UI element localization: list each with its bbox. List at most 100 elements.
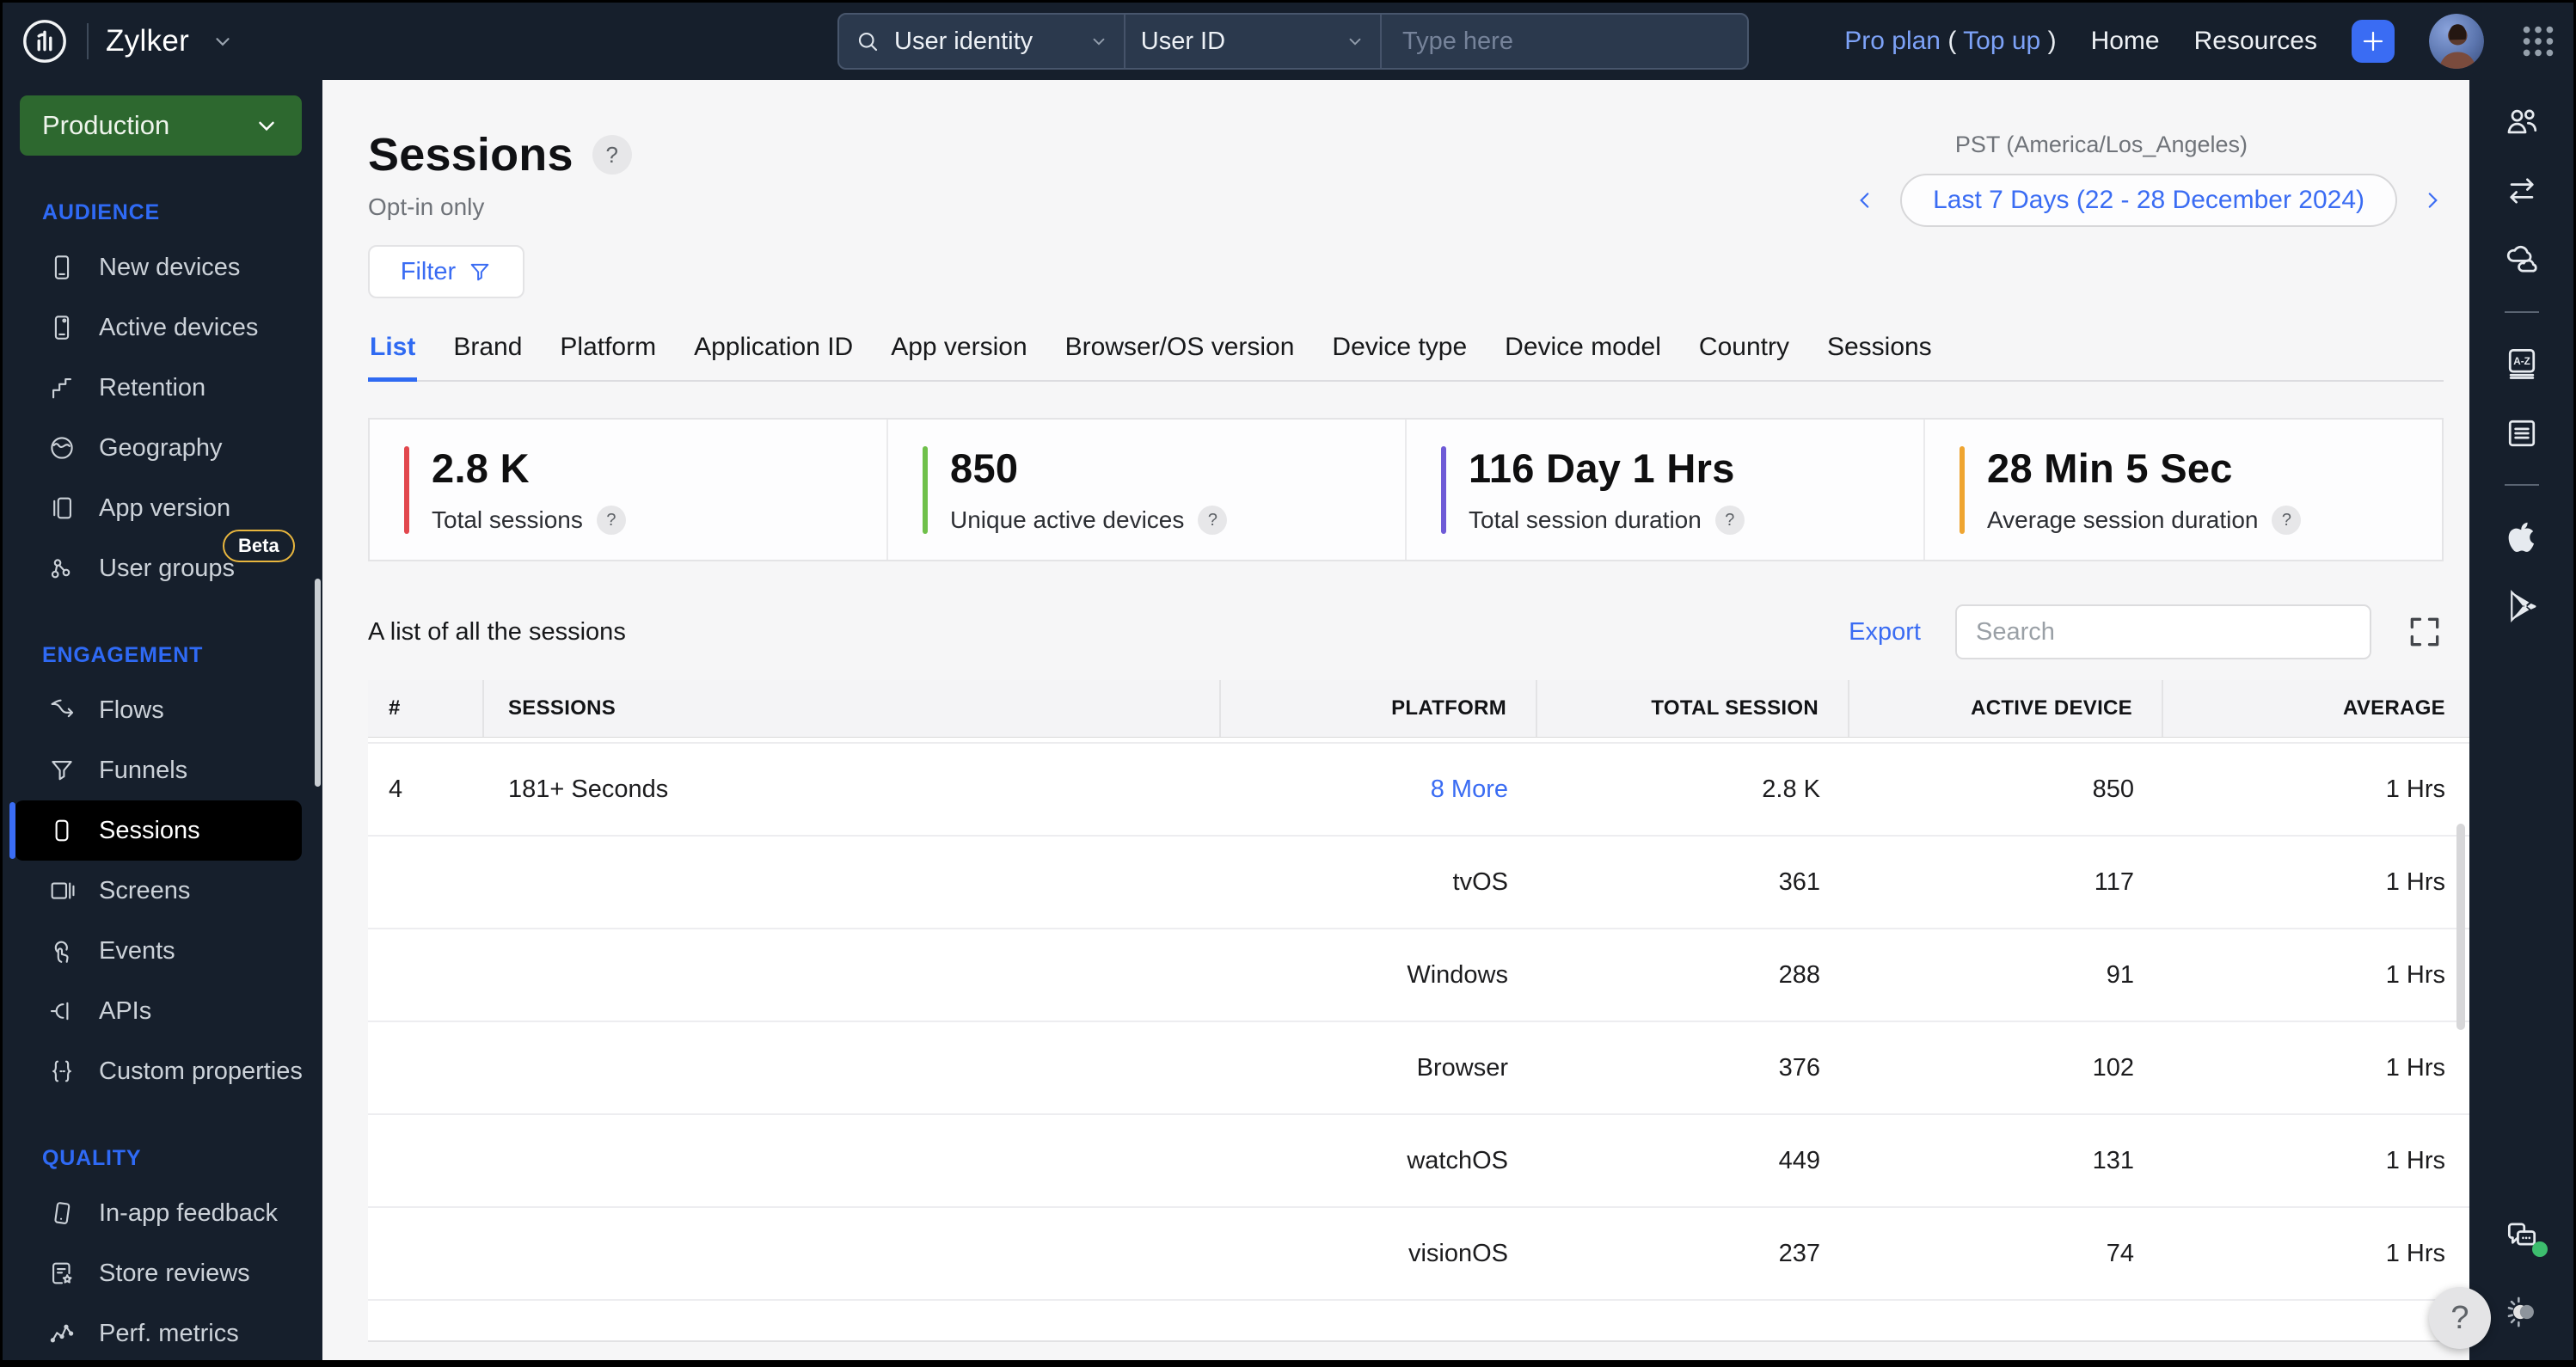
sidebar-item-events[interactable]: Events	[15, 921, 302, 981]
table-search-input[interactable]	[1955, 604, 2371, 659]
metric-help-icon[interactable]: ?	[2272, 506, 2302, 535]
filter-button[interactable]: Filter	[368, 245, 524, 298]
sidebar-item-geography[interactable]: Geography	[15, 418, 302, 478]
sidebar-item-funnels[interactable]: Funnels	[15, 740, 302, 800]
tab-device-type[interactable]: Device type	[1330, 328, 1469, 380]
table-cell	[484, 837, 1221, 928]
sidebar-item-retention[interactable]: Retention	[15, 358, 302, 418]
table-cell: 237	[1778, 1239, 1820, 1267]
transfer-arrows-icon[interactable]	[2503, 172, 2541, 210]
sidebar-item-in-app-feedback[interactable]: In-app feedback	[15, 1183, 302, 1243]
next-range-chevron-icon[interactable]	[2421, 189, 2444, 211]
users-icon[interactable]	[2503, 102, 2541, 140]
sidebar-item-apis[interactable]: APIs	[15, 981, 302, 1041]
table-scrollbar[interactable]	[2456, 824, 2465, 1030]
google-play-icon[interactable]	[2503, 587, 2541, 625]
table-cell: 1 Hrs	[2385, 1053, 2445, 1082]
help-fab-button[interactable]: ?	[2429, 1287, 2491, 1349]
apple-icon[interactable]	[2503, 518, 2541, 555]
sidebar-item-perf-metrics[interactable]: Perf. metrics	[15, 1303, 302, 1360]
environment-select[interactable]: Production	[20, 95, 302, 156]
date-range-picker[interactable]: Last 7 Days (22 - 28 December 2024)	[1900, 174, 2397, 227]
table-row[interactable]: visionOS 237 74 1 Hrs	[368, 1208, 2469, 1301]
table-row[interactable]: Browser 376 102 1 Hrs	[368, 1022, 2469, 1115]
tab-country[interactable]: Country	[1697, 328, 1791, 380]
sidebar-item-sessions[interactable]: Sessions	[9, 800, 302, 861]
tab-browser-os-version[interactable]: Browser/OS version	[1064, 328, 1297, 380]
resources-link[interactable]: Resources	[2194, 27, 2317, 56]
sidebar-item-active-devices[interactable]: Active devices	[15, 297, 302, 358]
search-field-select[interactable]: User ID	[1125, 15, 1382, 68]
unread-dot	[2531, 1241, 2548, 1257]
org-name[interactable]: Zylker	[106, 24, 189, 58]
tab-app-version[interactable]: App version	[889, 328, 1028, 380]
add-button[interactable]	[2352, 20, 2395, 63]
column-header-platform[interactable]: PLATFORM	[1221, 680, 1537, 737]
sidebar-item-new-devices[interactable]: New devices	[15, 237, 302, 297]
export-link[interactable]: Export	[1849, 618, 1921, 647]
sidebar-scrollbar[interactable]	[315, 579, 321, 787]
table-cell: 2.8 K	[1762, 775, 1820, 803]
table-cell: 1 Hrs	[2385, 1239, 2445, 1267]
table-cell: watchOS	[1407, 1146, 1508, 1174]
column-header-average[interactable]: AVERAGE	[2163, 680, 2469, 737]
theme-toggle-icon[interactable]	[2503, 1293, 2541, 1331]
topup-link[interactable]: Top up	[1963, 27, 2040, 55]
sidebar-item-label: In-app feedback	[99, 1198, 278, 1227]
tab-sessions[interactable]: Sessions	[1825, 328, 1934, 380]
sidebar-item-screens[interactable]: Screens	[15, 861, 302, 921]
title-help-icon[interactable]: ?	[592, 135, 632, 175]
fullscreen-icon[interactable]	[2406, 613, 2444, 651]
tab-platform[interactable]: Platform	[558, 328, 658, 380]
metric-value: 2.8 K	[432, 445, 530, 491]
new-devices-icon	[47, 253, 77, 282]
feedback-chat-icon[interactable]	[2503, 1217, 2548, 1257]
table-cell	[368, 1301, 484, 1340]
tab-device-model[interactable]: Device model	[1503, 328, 1663, 380]
metric-help-icon[interactable]: ?	[1714, 506, 1745, 535]
sidebar-item-flows[interactable]: Flows	[15, 680, 302, 740]
table-cell: ..	[1849, 1301, 2163, 1341]
more-platforms-link[interactable]: 8 More	[1431, 775, 1508, 804]
table-row-partial[interactable]: ........	[368, 1301, 2469, 1340]
prev-range-chevron-icon[interactable]	[1854, 189, 1876, 211]
table-row[interactable]: watchOS 449 131 1 Hrs	[368, 1115, 2469, 1208]
user-avatar[interactable]	[2429, 14, 2484, 69]
filter-label: Filter	[400, 257, 457, 285]
sidebar-item-label: Events	[99, 936, 175, 965]
sidebar-item-custom-properties[interactable]: Custom properties	[15, 1041, 303, 1101]
section-label-engagement: ENGAGEMENT	[42, 643, 204, 667]
metric-accent-bar	[1441, 445, 1446, 534]
glossary-icon[interactable]: A-Z	[2503, 345, 2541, 383]
home-link[interactable]: Home	[2091, 27, 2160, 56]
table-row[interactable]: 4 181+ Seconds 8 More 2.8 K 850 1 Hrs	[368, 744, 2469, 837]
apps-grid-icon[interactable]	[2518, 21, 2558, 61]
active-devices-icon	[47, 313, 77, 342]
sidebar-item-label: Sessions	[99, 816, 200, 844]
metric-help-icon[interactable]: ?	[596, 506, 626, 535]
search-scope-select[interactable]: User identity	[839, 15, 1125, 68]
table-row[interactable]: tvOS 361 117 1 Hrs	[368, 837, 2469, 929]
search-input[interactable]	[1382, 15, 1747, 68]
plan-info[interactable]: Pro plan ( Top up )	[1844, 27, 2056, 56]
documents-icon[interactable]	[2503, 414, 2541, 452]
sidebar-item-store-reviews[interactable]: Store reviews	[15, 1243, 302, 1303]
table-cell	[368, 1022, 484, 1113]
tab-brand[interactable]: Brand	[451, 328, 524, 380]
sidebar-item-label: Retention	[99, 373, 206, 402]
table-cell	[484, 1115, 1221, 1206]
environment-value: Production	[42, 110, 170, 140]
column-header-[interactable]: #	[368, 680, 484, 737]
column-header-total-session[interactable]: TOTAL SESSION	[1537, 680, 1849, 737]
sidebar-item-user-groups[interactable]: User groups Beta	[15, 530, 302, 598]
tab-list[interactable]: List	[368, 328, 418, 382]
table-row[interactable]: Windows 288 91 1 Hrs	[368, 929, 2469, 1022]
metric-help-icon[interactable]: ?	[1198, 506, 1228, 535]
tab-application-id[interactable]: Application ID	[692, 328, 855, 380]
search-scope-value: User identity	[894, 27, 1033, 55]
clouds-icon[interactable]	[2503, 242, 2541, 279]
column-header-active-device[interactable]: ACTIVE DEVICE	[1849, 680, 2163, 737]
brand-group[interactable]: Zylker	[20, 16, 234, 66]
column-header-sessions[interactable]: SESSIONS	[484, 680, 1221, 737]
sidebar: Production AUDIENCE New devices Active dev…	[3, 80, 322, 1360]
